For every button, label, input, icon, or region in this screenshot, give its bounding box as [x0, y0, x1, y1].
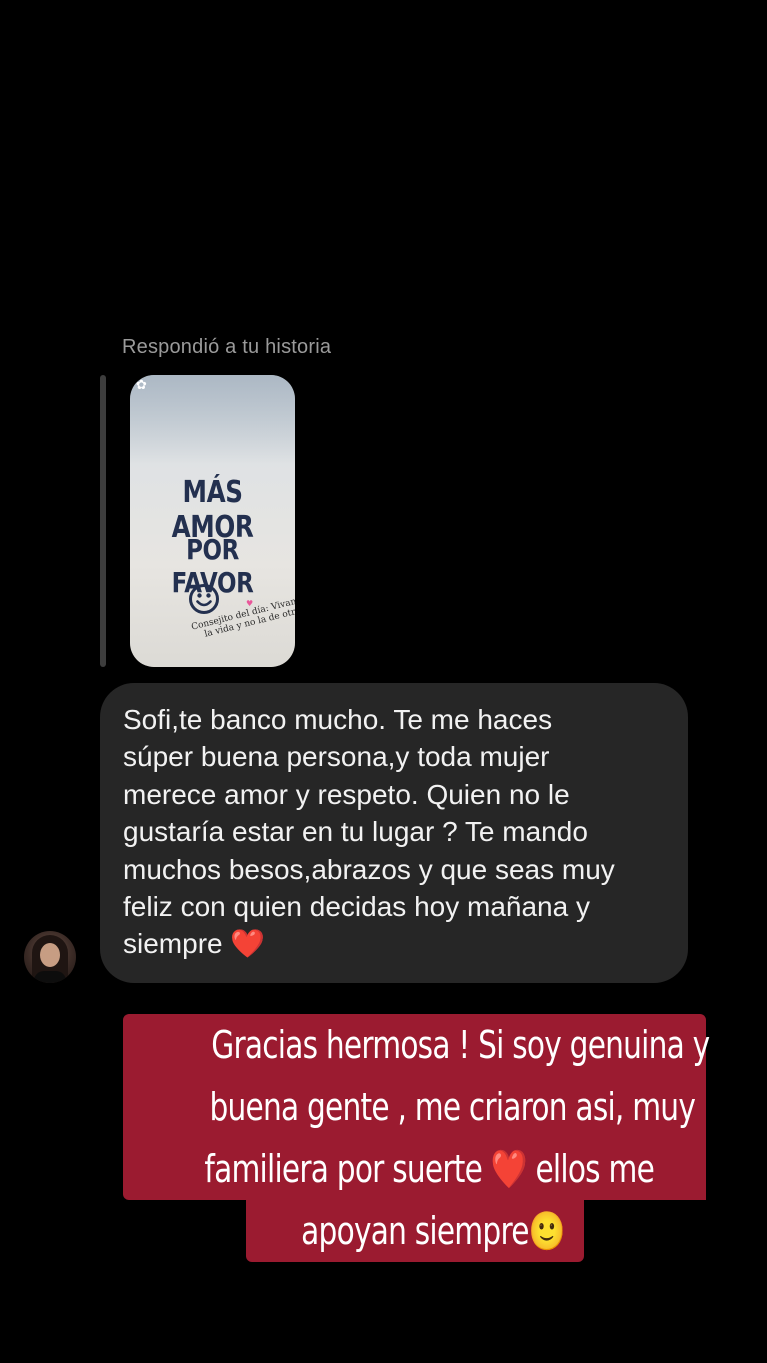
- overlay-line-2-text: buena gente , me criaron asi, muy: [209, 1085, 696, 1129]
- overlay-line-2: buena gente , me criaron asi, muy: [123, 1076, 706, 1138]
- sparkle-icon: ✿: [136, 378, 147, 393]
- overlay-line-4: apoyan siempre🙂: [245, 1200, 584, 1262]
- incoming-message-bubble[interactable]: Sofi,te banco mucho. Te me haces súper b…: [100, 683, 688, 983]
- avatar-face: [40, 943, 60, 967]
- story-reply-label: Respondió a tu historia: [122, 336, 332, 358]
- overlay-line-1-text: Gracias hermosa ! Si soy genuina y: [211, 1023, 710, 1067]
- story-text-overlay: Gracias hermosa ! Si soy genuina y buena…: [123, 1014, 710, 1262]
- quote-bar: [100, 375, 106, 667]
- avatar[interactable]: [24, 931, 76, 983]
- overlay-line-4-text: apoyan siempre🙂: [300, 1209, 565, 1253]
- story-thumbnail[interactable]: ✿ MÁS AMOR POR FAVOR ♥ Consejito del día…: [130, 375, 295, 667]
- overlay-line-3-text: familiera por suerte ❤️ ellos me: [204, 1147, 655, 1191]
- overlay-line-1: Gracias hermosa ! Si soy genuina y: [123, 1014, 710, 1076]
- smiley-icon: [189, 584, 219, 614]
- overlay-line-3: familiera por suerte ❤️ ellos me: [123, 1138, 706, 1200]
- avatar-clothing: [34, 971, 66, 983]
- incoming-message-text: Sofi,te banco mucho. Te me haces súper b…: [123, 704, 615, 960]
- story-wall-shadow: [130, 375, 295, 465]
